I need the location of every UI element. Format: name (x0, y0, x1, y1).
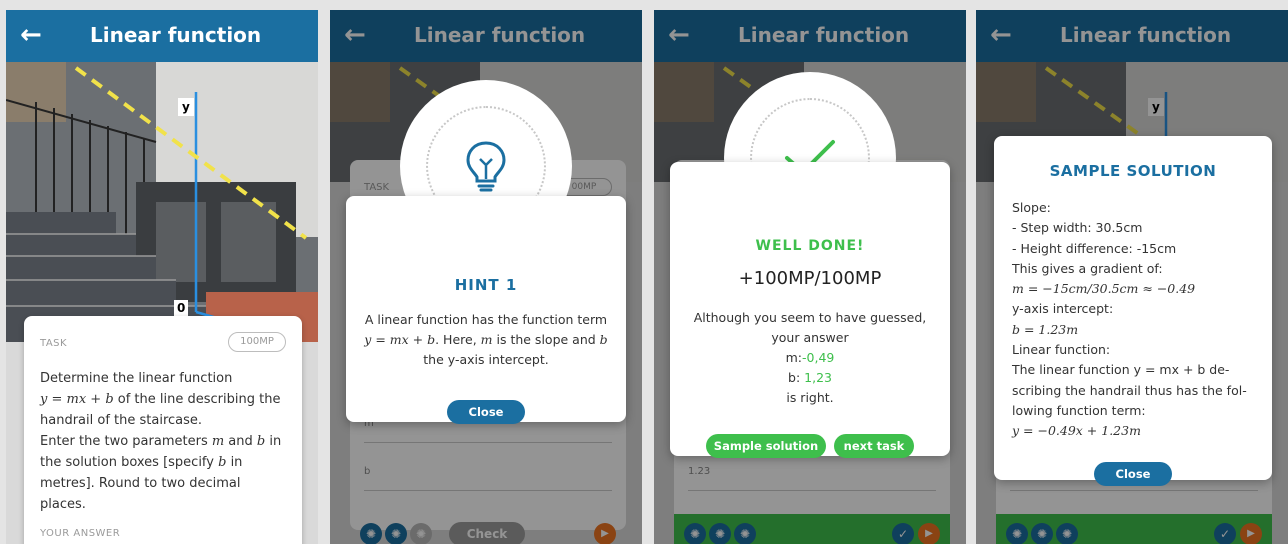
app-bar: ← Linear function (6, 10, 318, 62)
screen-task: ← Linear function y 0 TASK 100MP Determi… (6, 10, 318, 544)
task-description: Determine the linear function y = mx + b… (40, 371, 282, 512)
origin-label: 0 (177, 301, 186, 315)
screen-solution: ← Linear function y ✺ ✺ ✺ ✓ ▶ SAMPLE SOL… (976, 10, 1288, 544)
task-label: TASK (40, 338, 68, 349)
solution-text: Slope: - Step width: 30.5cm - Height dif… (1012, 200, 1247, 439)
points-badge: 100MP (228, 332, 286, 352)
solution-title: SAMPLE SOLUTION (1049, 162, 1217, 180)
your-answer-label: YOUR ANSWER (40, 528, 121, 539)
screen-result: ← Linear function 1.23 ✺ ✺ ✺ ✓ ▶ WELL DO… (654, 10, 966, 544)
page-title: Linear function (90, 23, 262, 47)
close-button[interactable]: Close (1094, 462, 1172, 486)
sample-solution-button[interactable]: Sample solution (706, 434, 826, 458)
screens-strip: ← Linear function y 0 TASK 100MP Determi… (0, 0, 1288, 544)
arrow-left-icon[interactable]: ← (20, 20, 42, 50)
result-title: WELL DONE! (755, 238, 865, 254)
hint-dialog: HINT 1 A linear function has the functio… (346, 196, 626, 422)
score-text: +100MP/100MP (738, 268, 882, 289)
result-text: Although you seem to have guessed, your … (693, 310, 927, 405)
result-dialog: WELL DONE! +100MP/100MP Although you see… (670, 162, 950, 456)
solution-dialog: SAMPLE SOLUTION Slope: - Step width: 30.… (994, 136, 1272, 480)
hint-text: A linear function has the function term … (364, 312, 608, 367)
lightbulb-icon (466, 141, 506, 192)
b-value: 1,23 (804, 370, 832, 385)
m-value: -0,49 (802, 350, 835, 365)
staircase-photo: y 0 (6, 62, 318, 342)
screen-hint: ← Linear function y TASK 00MP m b ✺ ✺ (330, 10, 642, 544)
y-axis-label: y (182, 100, 190, 114)
close-button[interactable]: Close (447, 400, 525, 424)
task-card: TASK 100MP Determine the linear function… (24, 316, 302, 544)
next-task-button[interactable]: next task (834, 434, 914, 458)
hint-title: HINT 1 (454, 276, 518, 294)
staircase-image (6, 62, 318, 342)
